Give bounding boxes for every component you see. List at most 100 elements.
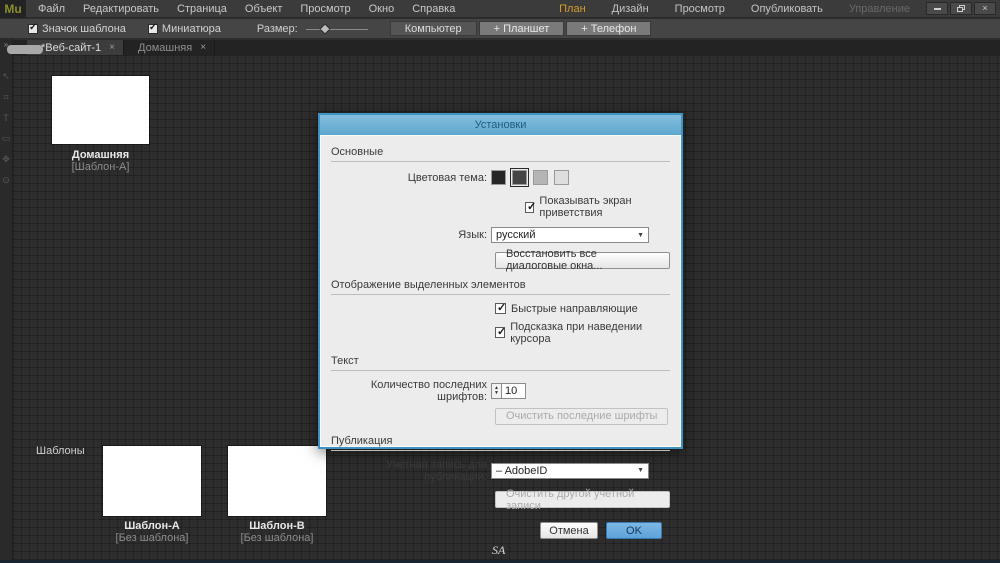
theme-swatch-lightest[interactable] [554, 170, 569, 185]
close-button[interactable]: × [974, 2, 996, 15]
selection-tool[interactable]: ↖ [0, 71, 12, 82]
checkbox-label: Подсказка при наведении курсора [510, 321, 670, 345]
mode-plan[interactable]: План [559, 3, 586, 15]
color-theme-swatches [491, 170, 569, 185]
mode-design[interactable]: Дизайн [612, 3, 649, 15]
minimize-icon [934, 8, 941, 10]
show-welcome-checkbox[interactable]: ✓ Показывать экран приветствия [525, 195, 670, 219]
minimize-button[interactable] [926, 2, 948, 15]
ok-button[interactable]: OK [606, 522, 662, 539]
account-label: Учетная запись для публикации: [331, 459, 491, 483]
clear-fonts-button: Очистить последние шрифты [495, 408, 668, 425]
checkbox-label: Миниатюра [162, 23, 221, 35]
menu-items: Файл Редактировать Страница Объект Просм… [38, 3, 455, 15]
check-icon: ✓ [29, 22, 37, 33]
check-icon: ✓ [149, 22, 157, 33]
smart-guides-checkbox[interactable]: ✓ Быстрые направляющие [495, 303, 670, 315]
clear-fonts-row: Очистить последние шрифты [495, 408, 670, 425]
size-slider[interactable] [306, 24, 368, 34]
recent-fonts-stepper[interactable]: ▲ ▼ 10 [491, 383, 526, 399]
watermark-text: SA [492, 543, 505, 558]
master-b-sub: [Без шаблона] [228, 532, 326, 544]
checkbox-box: ✓ [28, 24, 38, 34]
tab-home[interactable]: Домашняя × [124, 40, 215, 55]
master-a-thumbnail[interactable] [103, 446, 201, 516]
restore-dialogs-button[interactable]: Восстановить все диалоговые окна... [495, 252, 670, 269]
menu-window[interactable]: Окно [369, 3, 395, 15]
menu-view[interactable]: Просмотр [300, 3, 350, 15]
checkbox-label: Показывать экран приветствия [539, 195, 670, 219]
restore-button[interactable] [950, 2, 972, 15]
mode-preview[interactable]: Просмотр [675, 3, 725, 15]
slider-thumb[interactable] [320, 24, 328, 32]
color-theme-row: Цветовая тема: [331, 170, 670, 185]
window-controls: × [926, 2, 996, 15]
chevron-down-icon: ▼ [637, 232, 644, 239]
theme-swatch-light[interactable] [533, 170, 548, 185]
zoom-tool[interactable]: ⊙ [0, 175, 12, 186]
check-icon: ✓ [497, 301, 506, 314]
account-row: Учетная запись для публикации: – AdobeID… [331, 459, 670, 483]
menu-file[interactable]: Файл [38, 3, 65, 15]
thumbnail-checkbox[interactable]: ✓ Миниатюра [148, 23, 221, 35]
hover-tooltip-checkbox[interactable]: ✓ Подсказка при наведении курсора [495, 321, 670, 345]
checkbox-box: ✓ [495, 303, 506, 314]
stepper-arrows[interactable]: ▲ ▼ [491, 383, 502, 399]
theme-swatch-darkest[interactable] [491, 170, 506, 185]
checkbox-box: ✓ [148, 24, 158, 34]
language-row: Язык: русский ▼ [331, 227, 670, 243]
dialog-title: Установки [475, 119, 527, 131]
chevron-down-icon: ▼ [637, 467, 644, 474]
rectangle-tool[interactable]: ▭ [0, 133, 12, 144]
tab-close-icon[interactable]: × [109, 42, 115, 53]
cancel-button[interactable]: Отмена [540, 522, 598, 539]
section-divider [331, 450, 670, 451]
preferences-dialog: Установки Основные Цветовая тема: ✓ Пока… [318, 113, 683, 449]
spin-down-icon[interactable]: ▼ [494, 391, 499, 396]
color-theme-label: Цветовая тема: [331, 172, 491, 184]
section-publish-label: Публикация [331, 435, 392, 447]
master-a-title: Шаблон-A [103, 520, 201, 532]
slider-track [306, 29, 368, 30]
menu-object[interactable]: Объект [245, 3, 282, 15]
language-label: Язык: [331, 229, 491, 241]
home-page-thumbnail[interactable] [52, 76, 149, 144]
section-divider [331, 370, 670, 371]
dropdown-value: – AdobeID [496, 465, 547, 477]
tab-label: *Веб-сайт-1 [41, 42, 101, 54]
add-tablet-layout-button[interactable]: + Планшет [479, 21, 565, 36]
tab-close-icon[interactable]: × [200, 42, 206, 53]
panel-handle[interactable] [7, 45, 43, 54]
check-icon: ✓ [497, 325, 506, 338]
dialog-buttons: Отмена OK [331, 522, 662, 539]
add-phone-layout-button[interactable]: + Телефон [566, 21, 651, 36]
recent-fonts-value[interactable]: 10 [502, 383, 526, 399]
crop-tool[interactable]: ⌗ [0, 92, 12, 103]
theme-swatch-dark-selected[interactable] [512, 170, 527, 185]
dialog-body: Основные Цветовая тема: ✓ Показывать экр… [320, 135, 681, 447]
menu-edit[interactable]: Редактировать [83, 3, 159, 15]
text-tool[interactable]: T [0, 113, 12, 123]
dialog-title-bar[interactable]: Установки [320, 115, 681, 135]
clear-account-row: Очистить другой учетной записи [495, 488, 670, 509]
tab-label: Домашняя [138, 42, 192, 54]
mode-publish[interactable]: Опубликовать [751, 3, 823, 15]
app-logo: Mu [0, 0, 26, 18]
mode-manage: Управление [849, 3, 910, 15]
desktop-layout-button[interactable]: Компьютер [390, 21, 477, 36]
master-badge-checkbox[interactable]: ✓ Значок шаблона [28, 23, 126, 35]
account-dropdown[interactable]: – AdobeID ▼ [491, 463, 649, 479]
language-dropdown[interactable]: русский ▼ [491, 227, 649, 243]
master-b-title: Шаблон-B [228, 520, 326, 532]
menu-page[interactable]: Страница [177, 3, 227, 15]
section-general-label: Основные [331, 146, 383, 158]
checkbox-label: Значок шаблона [42, 23, 126, 35]
control-bar: ✓ Значок шаблона ✓ Миниатюра Размер: Ком… [0, 19, 1000, 39]
checkbox-box: ✓ [495, 327, 505, 338]
menu-bar: Mu Файл Редактировать Страница Объект Пр… [0, 0, 1000, 18]
master-b-thumbnail[interactable] [228, 446, 326, 516]
section-text-label: Текст [331, 355, 359, 367]
hand-tool[interactable]: ✥ [0, 154, 12, 165]
section-divider [331, 294, 670, 295]
menu-help[interactable]: Справка [412, 3, 455, 15]
